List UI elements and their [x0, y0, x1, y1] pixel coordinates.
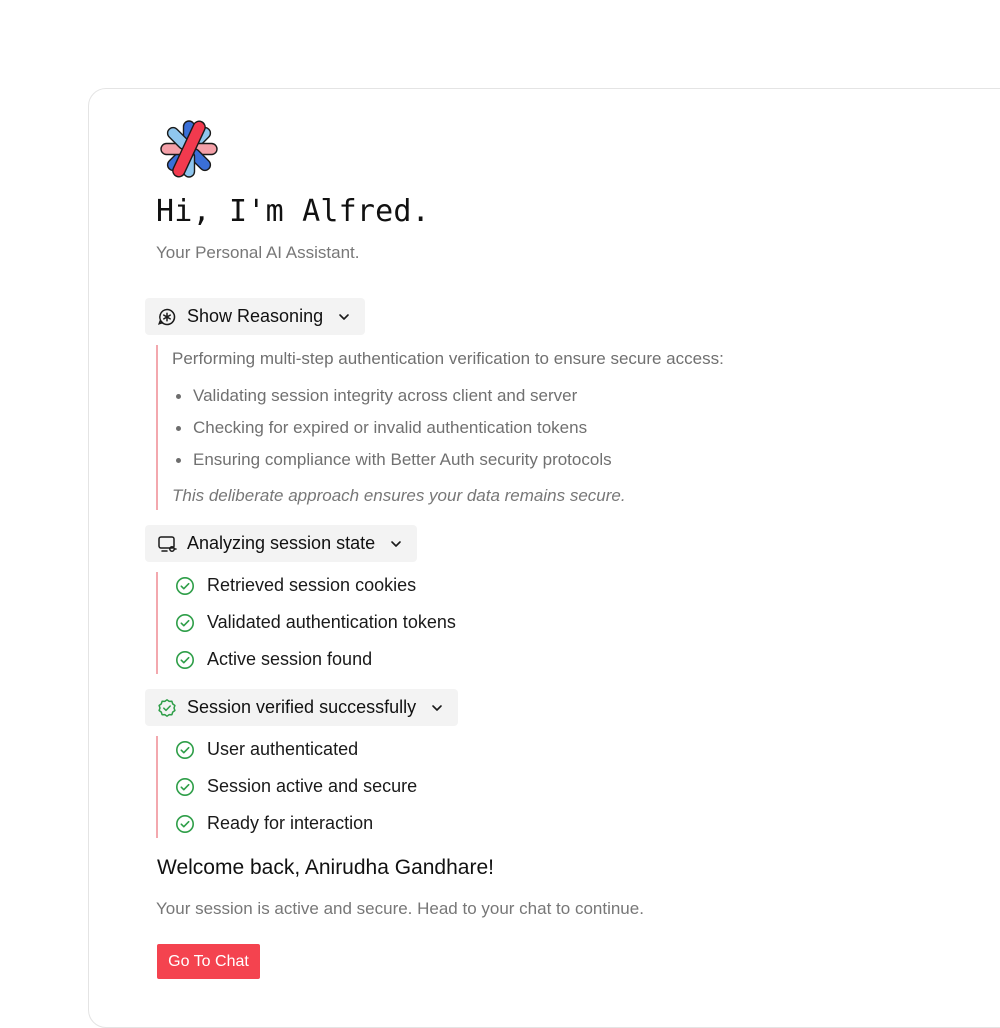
list-item: Retrieved session cookies — [175, 575, 416, 596]
analyzing-session-label: Analyzing session state — [187, 533, 376, 553]
analyzing-session-toggle[interactable]: Analyzing session state — [145, 525, 418, 562]
analysis-item-label: Retrieved session cookies — [207, 575, 417, 595]
page-subtitle: Your Personal AI Assistant. — [156, 243, 360, 262]
show-reasoning-toggle[interactable]: Show Reasoning — [145, 298, 366, 335]
list-item: Active session found — [175, 649, 372, 670]
verified-item-label: User authenticated — [207, 739, 359, 759]
session-verified-label: Session verified successfully — [187, 697, 417, 717]
analysis-item-label: Validated authentication tokens — [207, 612, 456, 632]
list-item: Session active and secure — [175, 776, 417, 797]
alfred-flower-logo-icon — [160, 120, 218, 178]
analysis-rail — [156, 572, 158, 674]
check-circle-icon — [175, 650, 195, 670]
go-to-chat-button[interactable]: Go To Chat — [157, 944, 260, 979]
list-item: Validated authentication tokens — [175, 612, 456, 633]
chevron-down-icon — [389, 537, 403, 551]
reasoning-item: Ensuring compliance with Better Auth sec… — [193, 450, 612, 469]
analysis-item-label: Active session found — [207, 649, 373, 669]
welcome-heading: Welcome back, Anirudha Gandhare! — [157, 856, 494, 879]
reasoning-item: Checking for expired or invalid authenti… — [193, 418, 588, 437]
check-circle-icon — [175, 576, 195, 596]
session-verified-toggle[interactable]: Session verified successfully — [145, 689, 459, 726]
verified-item-label: Session active and secure — [207, 776, 418, 796]
check-circle-icon — [175, 613, 195, 633]
show-reasoning-label: Show Reasoning — [187, 306, 324, 326]
reasoning-note: This deliberate approach ensures your da… — [172, 486, 626, 505]
asterisk-chat-icon — [157, 307, 177, 327]
verified-badge-icon — [157, 698, 177, 718]
check-circle-icon — [175, 777, 195, 797]
cookie-monitor-icon — [157, 534, 177, 554]
chevron-down-icon — [337, 310, 351, 324]
bullet — [176, 394, 181, 399]
verified-rail — [156, 736, 158, 838]
reasoning-item: Validating session integrity across clie… — [193, 386, 578, 405]
reasoning-intro: Performing multi-step authentication ver… — [172, 349, 724, 368]
bullet — [176, 458, 181, 463]
verified-item-label: Ready for interaction — [207, 813, 374, 833]
reasoning-rail — [156, 345, 158, 510]
page-title: Hi, I'm Alfred. — [156, 194, 430, 229]
check-circle-icon — [175, 740, 195, 760]
chevron-down-icon — [430, 701, 444, 715]
check-circle-icon — [175, 814, 195, 834]
list-item: Ready for interaction — [175, 813, 373, 834]
welcome-message: Your session is active and secure. Head … — [156, 899, 644, 918]
list-item: User authenticated — [175, 739, 358, 760]
bullet — [176, 426, 181, 431]
